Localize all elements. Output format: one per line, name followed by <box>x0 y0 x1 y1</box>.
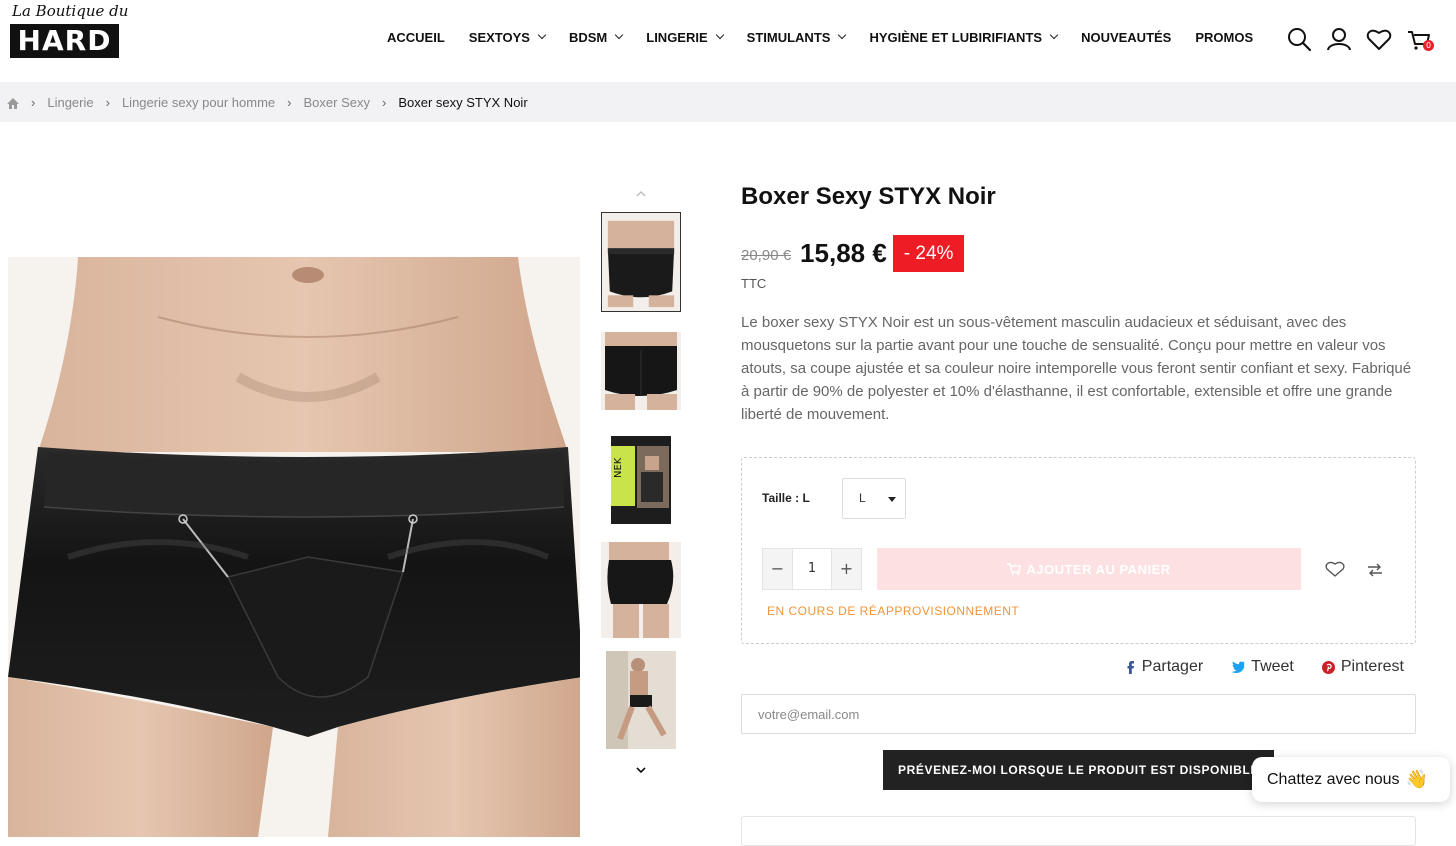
quantity-input[interactable]: 1 <box>792 549 832 589</box>
nav-label: BDSM <box>568 29 608 45</box>
nav-label: NOUVEAUTÉS <box>1081 29 1172 45</box>
cart-icon <box>1007 563 1022 575</box>
share-pinterest-link[interactable]: Pinterest <box>1321 658 1404 676</box>
current-price: 15,88 € <box>800 237 887 268</box>
search-icon[interactable] <box>1286 26 1312 52</box>
breadcrumb-separator: › <box>105 94 110 110</box>
thumbnail-back[interactable] <box>601 332 681 410</box>
site-header: La Boutique du HARD ACCUEIL SEXTOYS BDSM… <box>0 0 1456 82</box>
account-icon[interactable] <box>1326 26 1352 52</box>
breadcrumb-link-lingerie-homme[interactable]: Lingerie sexy pour homme <box>122 95 275 110</box>
thumbnail-side[interactable] <box>601 542 681 638</box>
chevron-up-icon[interactable] <box>634 186 648 200</box>
share-twitter-label: Tweet <box>1251 658 1294 675</box>
twitter-icon <box>1231 661 1246 673</box>
nav-item-lingerie[interactable]: LINGERIE <box>646 29 724 45</box>
add-to-cart-label: AJOUTER AU PANIER <box>1026 561 1171 577</box>
chat-label: Chattez avec nous <box>1267 770 1400 788</box>
caret-down-icon <box>888 497 896 502</box>
tax-note: TTC <box>741 276 767 291</box>
header-icons: 0 <box>1272 26 1434 52</box>
logo-script-text: La Boutique du <box>12 2 129 20</box>
price-row: 20,90 € 15,88 € - 24% <box>741 234 965 272</box>
home-icon[interactable] <box>7 97 19 109</box>
nav-item-sextoys[interactable]: SEXTOYS <box>468 29 547 45</box>
quantity-stepper: − 1 + <box>762 548 862 590</box>
notify-me-button[interactable]: PRÉVENEZ-MOI LORSQUE LE PRODUIT EST DISP… <box>883 750 1274 790</box>
size-select[interactable]: L <box>842 478 906 519</box>
compare-icon[interactable] <box>1365 561 1385 579</box>
site-logo[interactable]: La Boutique du HARD <box>10 2 128 58</box>
share-twitter-link[interactable]: Tweet <box>1231 658 1294 676</box>
breadcrumb: › Lingerie › Lingerie sexy pour homme › … <box>0 82 1456 122</box>
thumbnail-packaging[interactable]: NEK <box>601 432 681 528</box>
pinterest-icon <box>1321 660 1335 674</box>
share-facebook-label: Partager <box>1141 658 1204 675</box>
breadcrumb-link-boxer-sexy[interactable]: Boxer Sexy <box>304 95 370 110</box>
nav-label: STIMULANTS <box>746 29 831 45</box>
chevron-down-icon[interactable] <box>634 762 648 776</box>
chevron-down-icon <box>715 30 724 40</box>
size-label: Taille : L <box>762 491 810 505</box>
discount-badge: - 24% <box>892 234 965 272</box>
thumbnail-model[interactable] <box>606 651 676 749</box>
chevron-down-icon <box>615 30 624 40</box>
breadcrumb-separator: › <box>31 94 36 110</box>
share-pinterest-label: Pinterest <box>1340 658 1404 675</box>
breadcrumb-separator: › <box>287 94 292 110</box>
breadcrumb-link-lingerie[interactable]: Lingerie <box>47 95 93 110</box>
nav-item-promos[interactable]: PROMOS <box>1195 30 1253 45</box>
purchase-options-box: Taille : L L − 1 + AJOUTER AU PANIER EN … <box>741 457 1416 644</box>
chevron-down-icon <box>838 30 847 40</box>
chat-widget-button[interactable]: Chattez avec nous 👋 <box>1252 757 1450 802</box>
quantity-increment-button[interactable]: + <box>832 549 861 589</box>
nav-label: HYGIÈNE ET LUBIRIFIANTS <box>869 29 1043 45</box>
chevron-down-icon <box>537 30 547 40</box>
nav-item-stimulants[interactable]: STIMULANTS <box>746 29 847 45</box>
next-section-box <box>741 816 1416 846</box>
nav-label: ACCUEIL <box>387 29 445 45</box>
notify-email-input[interactable] <box>741 694 1416 734</box>
nav-label: LINGERIE <box>646 29 708 45</box>
product-title: Boxer Sexy STYX Noir <box>741 183 996 210</box>
main-nav: ACCUEIL SEXTOYS BDSM LINGERIE STIMULANTS… <box>387 28 1253 46</box>
breadcrumb-separator: › <box>381 94 387 110</box>
product-main-image[interactable] <box>8 257 580 837</box>
nav-label: PROMOS <box>1195 29 1254 45</box>
thumbnail-front[interactable] <box>601 212 681 312</box>
nav-item-hygiene[interactable]: HYGIÈNE ET LUBIRIFIANTS <box>869 29 1059 45</box>
svg-text:NEK: NEK <box>613 457 624 478</box>
wave-emoji-icon: 👋 <box>1405 769 1428 789</box>
logo-word: HARD <box>10 24 119 58</box>
add-to-cart-button[interactable]: AJOUTER AU PANIER <box>877 548 1301 590</box>
cart-icon[interactable]: 0 <box>1406 26 1434 52</box>
share-facebook-link[interactable]: Partager <box>1124 658 1203 676</box>
facebook-icon <box>1127 661 1134 674</box>
old-price: 20,90 € <box>741 246 792 264</box>
quantity-decrement-button[interactable]: − <box>763 549 792 589</box>
cart-count-badge: 0 <box>1423 40 1434 51</box>
product-description: Le boxer sexy STYX Noir est un sous-vête… <box>741 314 1412 423</box>
add-to-wishlist-icon[interactable] <box>1325 560 1345 578</box>
availability-status: EN COURS DE RÉAPPROVISIONNEMENT <box>767 604 1020 618</box>
share-links: Partager Tweet Pinterest <box>1096 658 1404 676</box>
nav-label: SEXTOYS <box>468 29 530 45</box>
wishlist-icon[interactable] <box>1366 26 1392 52</box>
nav-item-accueil[interactable]: ACCUEIL <box>387 30 445 45</box>
chevron-down-icon <box>1049 30 1059 40</box>
size-select-value: L <box>859 491 866 505</box>
nav-item-bdsm[interactable]: BDSM <box>568 29 624 45</box>
breadcrumb-current: Boxer sexy STYX Noir <box>398 94 528 110</box>
nav-item-nouveautes[interactable]: NOUVEAUTÉS <box>1081 30 1171 45</box>
